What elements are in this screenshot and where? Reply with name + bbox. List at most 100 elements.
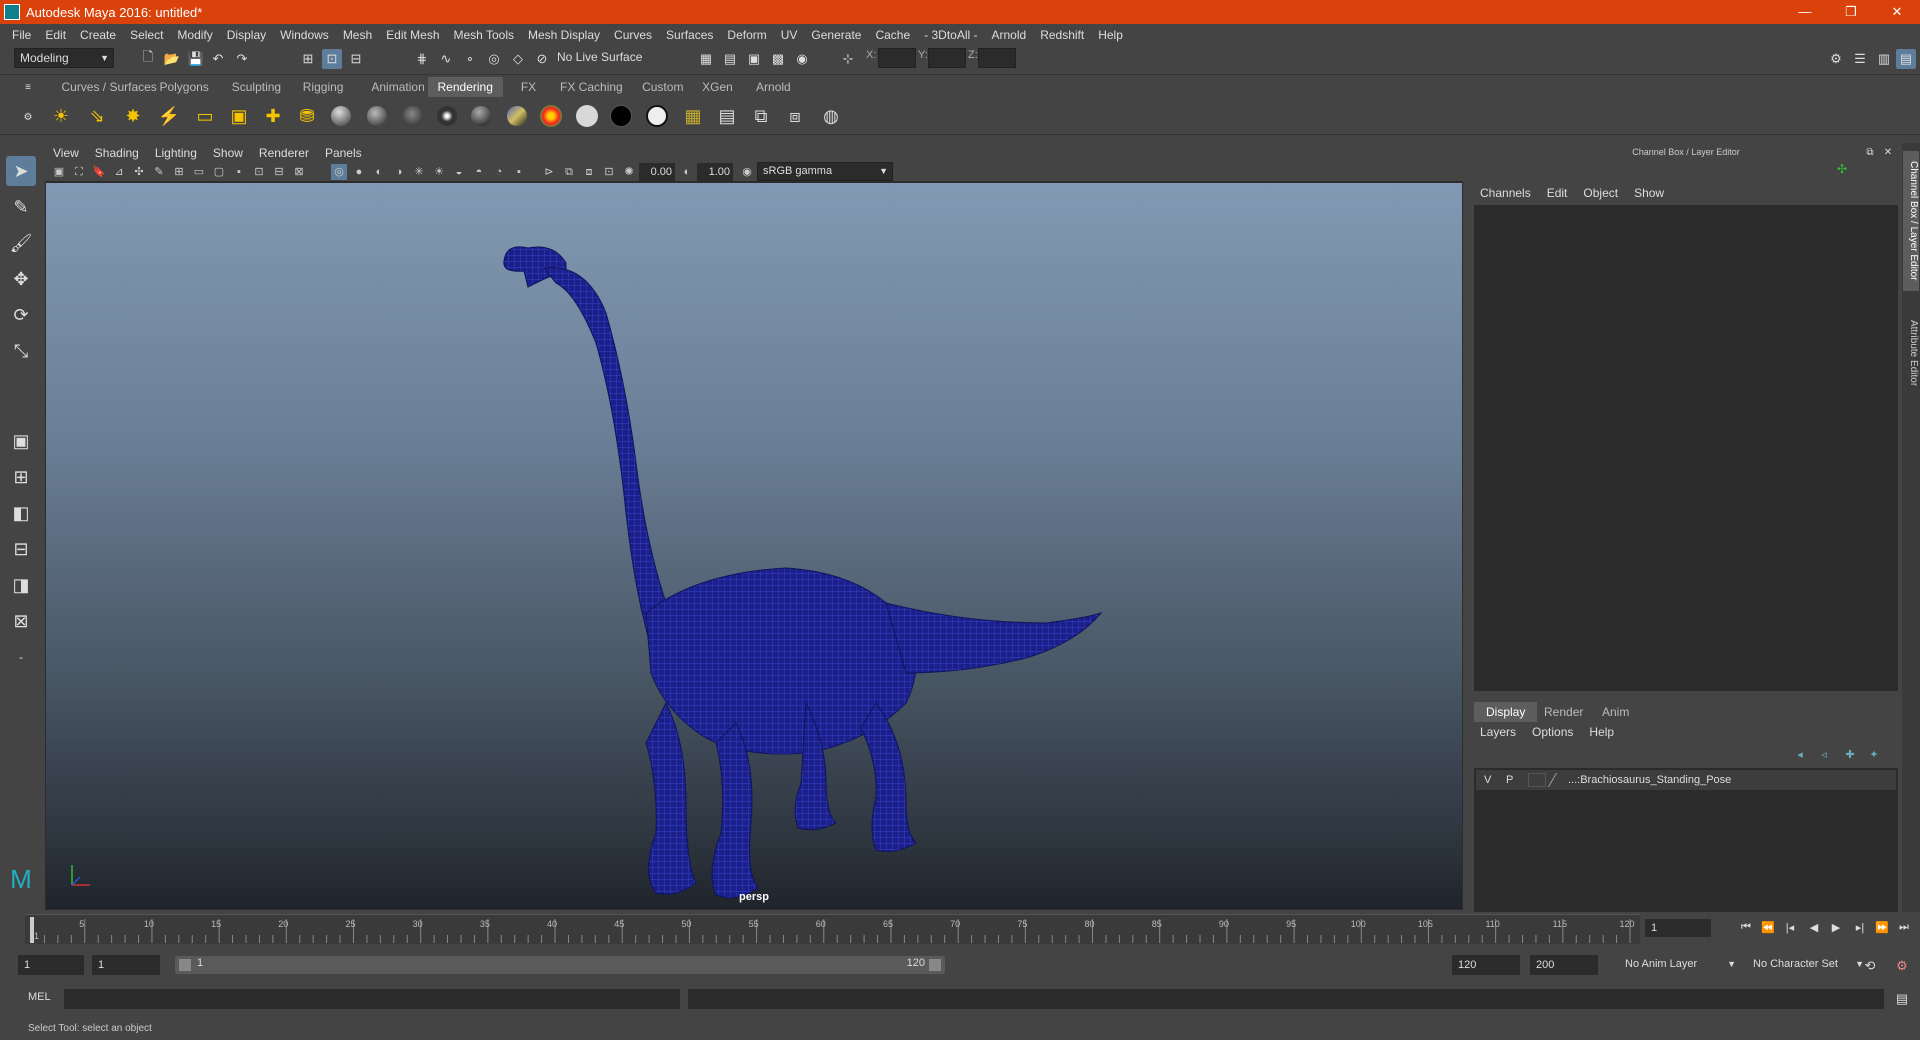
menuset-dropdown[interactable]: Modeling ▼	[14, 48, 114, 68]
menu-modify[interactable]: Modify	[170, 28, 219, 42]
layer-visibility-toggle[interactable]: V	[1484, 770, 1491, 790]
wireframe-shading-icon[interactable]: ◎	[331, 164, 347, 180]
menu-deform[interactable]: Deform	[720, 28, 773, 42]
shelf-tab-fx[interactable]: FX	[511, 77, 546, 97]
view-transform-dropdown[interactable]: sRGB gamma ▼	[757, 162, 893, 181]
transform-mode-icon[interactable]: ⊹	[838, 49, 858, 69]
material-blinn-icon[interactable]	[364, 103, 390, 129]
safe-title-icon[interactable]: ⊠	[291, 164, 307, 180]
snap-point-icon[interactable]: ∘	[460, 49, 480, 69]
layer-type-toggle[interactable]	[1528, 773, 1546, 787]
attribute-editor-toggle-icon[interactable]: ☰	[1850, 49, 1870, 69]
gamma-icon[interactable]: ◐	[679, 164, 695, 180]
shelf-tab-arnold[interactable]: Arnold	[746, 77, 801, 97]
new-layer-icon[interactable]: ✚	[1840, 744, 1860, 764]
material-surface-black-icon[interactable]	[608, 103, 634, 129]
xray-components-icon[interactable]: ⊡	[601, 164, 617, 180]
live-surface-field[interactable]: No Live Surface	[552, 48, 648, 68]
shelf-tab-animation[interactable]: Animation	[361, 77, 434, 97]
current-frame-field[interactable]: 1	[1645, 919, 1711, 937]
step-back-key-icon[interactable]: |◂	[1781, 921, 1799, 937]
volume-light-icon[interactable]: ▣	[226, 103, 252, 129]
lasso-tool-icon[interactable]: ✎	[6, 192, 36, 222]
exposure-field[interactable]: 0.00	[639, 163, 675, 181]
render-frame-icon[interactable]: ▤	[720, 49, 740, 69]
animation-end-field[interactable]: 200	[1530, 955, 1598, 975]
area-light-icon[interactable]: ▭	[192, 103, 218, 129]
menu-curves[interactable]: Curves	[607, 28, 659, 42]
panel-menu-panels[interactable]: Panels	[317, 146, 370, 160]
ipr-icon[interactable]: ▤	[714, 103, 740, 129]
persp-outliner-layout-icon[interactable]: ◧	[6, 498, 36, 528]
playback-start-field[interactable]: 1	[92, 955, 160, 975]
persp-graph-layout-icon[interactable]: ⊟	[6, 534, 36, 564]
channel-menu-object[interactable]: Object	[1583, 186, 1618, 200]
menu-cache[interactable]: Cache	[868, 28, 917, 42]
select-tool-icon[interactable]: ➤	[6, 156, 36, 186]
select-component-icon[interactable]: ⊟	[346, 49, 366, 69]
tool-settings-toggle-icon[interactable]: ▥	[1874, 49, 1894, 69]
menu-file[interactable]: File	[5, 28, 38, 42]
animation-preferences-icon[interactable]: ⚙	[1892, 956, 1912, 976]
shelf-tab-polygons[interactable]: Polygons	[149, 77, 218, 97]
batch-render-icon[interactable]: ⧈	[782, 103, 808, 129]
textured-icon[interactable]: ◑	[391, 164, 407, 180]
material-lambert-icon[interactable]	[400, 103, 426, 129]
hypershade-shelf-icon[interactable]: ◍	[818, 103, 844, 129]
playback-end-field[interactable]: 120	[1452, 955, 1520, 975]
render-settings-icon[interactable]: ▩	[768, 49, 788, 69]
menu-arnold[interactable]: Arnold	[985, 28, 1034, 42]
field-chart-icon[interactable]: ⊡	[251, 164, 267, 180]
gate-mask-icon[interactable]: ▪	[231, 164, 247, 180]
layer-color-swatch[interactable]	[1547, 773, 1569, 787]
resolution-gate-icon[interactable]: ▢	[211, 164, 227, 180]
script-editor-icon[interactable]: ▤	[1892, 989, 1912, 1009]
auto-key-icon[interactable]: ⟲	[1860, 956, 1880, 976]
spot-light-icon[interactable]: ⚡	[156, 103, 182, 129]
screen-space-ao-icon[interactable]: ◒	[451, 164, 467, 180]
multisample-aa-icon[interactable]: ◔	[491, 164, 507, 180]
y-field[interactable]	[928, 48, 966, 68]
layer-name[interactable]: ...:Brachiosaurus_Standing_Pose	[1568, 770, 1731, 790]
camera-icon[interactable]: ✚	[260, 103, 286, 129]
panel-menu-shading[interactable]: Shading	[87, 146, 147, 160]
grease-pencil-icon[interactable]: ✎	[151, 164, 167, 180]
render-region-icon[interactable]: ⧉	[748, 103, 774, 129]
modeling-toolkit-icon[interactable]: ⚙	[1826, 49, 1846, 69]
restore-button[interactable]: ❐	[1828, 0, 1874, 24]
panel-menu-view[interactable]: View	[45, 146, 87, 160]
shadows-icon[interactable]: ☀	[431, 164, 447, 180]
image-plane-icon[interactable]: ⊿	[111, 164, 127, 180]
shelf-tab-xgen[interactable]: XGen	[692, 77, 743, 97]
new-layer-selected-icon[interactable]: ✦	[1864, 744, 1884, 764]
custom-layout-icon[interactable]: -	[6, 642, 36, 672]
directional-light-icon[interactable]: ⇘	[84, 103, 110, 129]
menu-generate[interactable]: Generate	[804, 28, 868, 42]
menu-surfaces[interactable]: Surfaces	[659, 28, 720, 42]
close-button[interactable]: ✕	[1874, 0, 1920, 24]
range-start-handle[interactable]	[179, 959, 191, 971]
snap-projected-icon[interactable]: ◎	[484, 49, 504, 69]
attribute-editor-side-tab[interactable]: Attribute Editor	[1903, 303, 1919, 403]
hypershade-icon[interactable]: ◉	[792, 49, 812, 69]
shelf-menu-icon[interactable]: ≡	[18, 77, 38, 97]
close-panel-icon[interactable]: ✕	[1878, 142, 1898, 162]
grid-toggle-icon[interactable]: ⊞	[171, 164, 187, 180]
camera-select-icon[interactable]: ▣	[51, 164, 67, 180]
step-forward-icon[interactable]: ⏩	[1873, 921, 1891, 937]
float-panel-icon[interactable]: ⧉	[1860, 142, 1880, 162]
motion-blur-icon[interactable]: ◓	[471, 164, 487, 180]
menu-edit[interactable]: Edit	[38, 28, 73, 42]
shelf-tab-rigging[interactable]: Rigging	[293, 77, 354, 97]
undo-icon[interactable]: ↶	[208, 49, 228, 69]
minimize-button[interactable]: —	[1782, 0, 1828, 24]
snap-curve-icon[interactable]: ∿	[436, 49, 456, 69]
go-to-end-icon[interactable]: ⏭	[1895, 921, 1913, 937]
2d-pan-zoom-icon[interactable]: ✣	[131, 164, 147, 180]
snap-grid-icon[interactable]: ⋕	[412, 49, 432, 69]
point-light-icon[interactable]: ✸	[120, 103, 146, 129]
move-tool-icon[interactable]: ✥	[6, 264, 36, 294]
material-layered-icon[interactable]	[504, 103, 530, 129]
time-ruler[interactable]: 15 10 15 20 25 30 35 40 45 50 55 60 65 70 75 80 85 90 95 10…	[25, 914, 1640, 944]
shelf-tab-sculpting[interactable]: Sculpting	[222, 77, 291, 97]
